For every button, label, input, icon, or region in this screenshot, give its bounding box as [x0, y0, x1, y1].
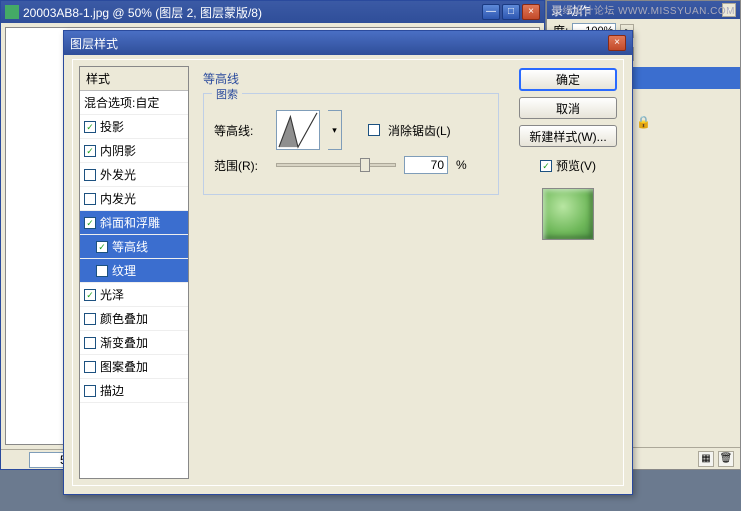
style-label: 图案叠加	[100, 358, 148, 375]
style-item-内发光[interactable]: 内发光	[80, 187, 188, 211]
styles-list: 样式 混合选项:自定 投影内阴影外发光内发光斜面和浮雕等高线纹理光泽颜色叠加渐变…	[79, 66, 189, 479]
document-title: 20003AB8-1.jpg @ 50% (图层 2, 图层蒙版/8)	[23, 4, 482, 21]
style-item-纹理[interactable]: 纹理	[80, 259, 188, 283]
new-layer-icon[interactable]: ▦	[698, 451, 714, 467]
range-unit: %	[456, 158, 467, 172]
preview-checkbox[interactable]	[540, 160, 552, 172]
preview-swatch	[542, 188, 594, 240]
style-label: 内阴影	[100, 142, 136, 159]
watermark-text: 思缘设计论坛 WWW.MISSYUAN.COM	[552, 2, 735, 17]
maximize-button[interactable]: □	[502, 4, 520, 20]
range-label: 范围(R):	[214, 157, 268, 174]
style-checkbox[interactable]	[96, 265, 108, 277]
style-label: 投影	[100, 118, 124, 135]
style-label: 渐变叠加	[100, 334, 148, 351]
style-label: 颜色叠加	[100, 310, 148, 327]
section-title: 等高线	[203, 70, 499, 87]
style-item-图案叠加[interactable]: 图案叠加	[80, 355, 188, 379]
preview-label: 预览(V)	[556, 157, 596, 174]
style-label: 等高线	[112, 238, 148, 255]
style-item-斜面和浮雕[interactable]: 斜面和浮雕	[80, 211, 188, 235]
style-item-渐变叠加[interactable]: 渐变叠加	[80, 331, 188, 355]
new-style-button[interactable]: 新建样式(W)...	[519, 125, 617, 147]
trash-icon[interactable]: 🗑	[718, 451, 734, 467]
style-label: 描边	[100, 382, 124, 399]
style-label: 纹理	[112, 262, 136, 279]
antialias-label: 消除锯齿(L)	[388, 122, 451, 139]
style-item-光泽[interactable]: 光泽	[80, 283, 188, 307]
style-checkbox[interactable]	[84, 217, 96, 229]
app-icon	[5, 5, 19, 19]
range-slider[interactable]	[276, 163, 396, 167]
style-checkbox[interactable]	[84, 337, 96, 349]
styles-header[interactable]: 样式	[80, 67, 188, 91]
style-item-内阴影[interactable]: 内阴影	[80, 139, 188, 163]
dialog-titlebar[interactable]: 图层样式 ×	[64, 31, 632, 55]
dialog-title: 图层样式	[70, 35, 608, 52]
dialog-buttons: 确定 取消 新建样式(W)... 预览(V)	[513, 60, 623, 485]
style-item-外发光[interactable]: 外发光	[80, 163, 188, 187]
antialias-checkbox[interactable]	[368, 124, 380, 136]
style-checkbox[interactable]	[84, 169, 96, 181]
close-button[interactable]: ×	[522, 4, 540, 20]
style-item-描边[interactable]: 描边	[80, 379, 188, 403]
range-input[interactable]: 70	[404, 156, 448, 174]
style-checkbox[interactable]	[84, 145, 96, 157]
dialog-close-button[interactable]: ×	[608, 35, 626, 51]
style-checkbox[interactable]	[84, 313, 96, 325]
style-label: 斜面和浮雕	[100, 214, 160, 231]
style-checkbox[interactable]	[84, 361, 96, 373]
style-item-等高线[interactable]: 等高线	[80, 235, 188, 259]
style-item-投影[interactable]: 投影	[80, 115, 188, 139]
style-label: 外发光	[100, 166, 136, 183]
contour-label: 等高线:	[214, 122, 268, 139]
style-checkbox[interactable]	[84, 289, 96, 301]
style-checkbox[interactable]	[84, 385, 96, 397]
document-titlebar[interactable]: 20003AB8-1.jpg @ 50% (图层 2, 图层蒙版/8) — □ …	[1, 1, 544, 23]
contour-settings-panel: 等高线 图索 等高线: ▾ 消除锯齿(L) 范围(R):	[189, 60, 513, 485]
style-label: 光泽	[100, 286, 124, 303]
style-item-颜色叠加[interactable]: 颜色叠加	[80, 307, 188, 331]
group-legend: 图索	[212, 86, 242, 102]
contour-picker[interactable]	[276, 110, 320, 150]
minimize-button[interactable]: —	[482, 4, 500, 20]
contour-dropdown-icon[interactable]: ▾	[328, 110, 342, 150]
blend-options-header[interactable]: 混合选项:自定	[80, 91, 188, 115]
layer-style-dialog: 图层样式 × 样式 混合选项:自定 投影内阴影外发光内发光斜面和浮雕等高线纹理光…	[63, 30, 633, 495]
style-label: 内发光	[100, 190, 136, 207]
elements-group: 图索 等高线: ▾ 消除锯齿(L) 范围(R): 70	[203, 93, 499, 195]
ok-button[interactable]: 确定	[519, 68, 617, 91]
style-checkbox[interactable]	[96, 241, 108, 253]
style-checkbox[interactable]	[84, 193, 96, 205]
cancel-button[interactable]: 取消	[519, 97, 617, 119]
style-checkbox[interactable]	[84, 121, 96, 133]
